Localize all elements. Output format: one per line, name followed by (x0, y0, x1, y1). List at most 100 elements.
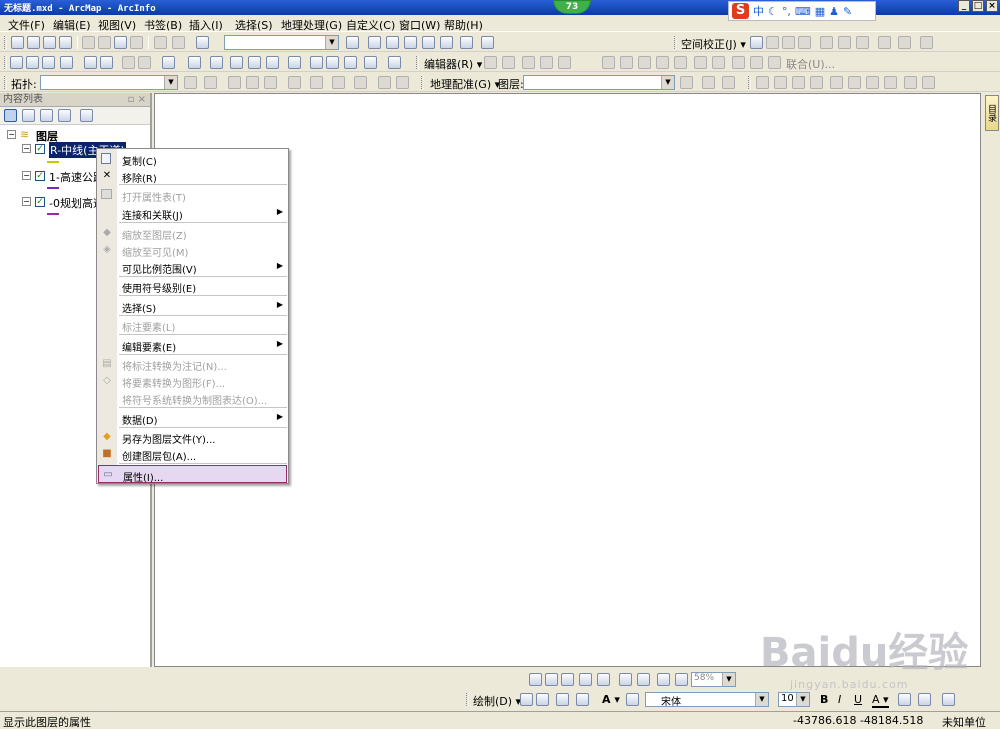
visibility-checkbox[interactable]: ✓ (35, 197, 45, 207)
adjust-tool-icon[interactable] (766, 36, 779, 49)
cut-icon[interactable] (82, 36, 95, 49)
menu-item-open-attribute-table[interactable]: 打开属性表(T) (97, 186, 288, 204)
forward-extent-icon[interactable] (138, 56, 151, 69)
edit-annotation-icon[interactable] (502, 56, 515, 69)
menu-item-zoom-to-layer[interactable]: ◆ 缩放至图层(Z) (97, 224, 288, 242)
text-tool-icon[interactable]: A ▾ (602, 693, 620, 706)
font-combo[interactable]: 宋体 ▼ (645, 692, 769, 708)
font-size-combo[interactable]: 10 ▼ (778, 692, 810, 707)
layer-symbol-line[interactable] (47, 187, 59, 189)
editor-menu[interactable]: 编辑器(R) ▾ (424, 56, 482, 72)
menu-item-symbol-levels[interactable]: 使用符号级别(E) (97, 277, 288, 295)
georeferencing-menu[interactable]: 地理配准(G) ▾ (430, 76, 500, 92)
snap-midpoint-icon[interactable] (792, 76, 805, 89)
validate-icon[interactable] (332, 76, 345, 89)
redo-icon[interactable] (172, 36, 185, 49)
wrench-icon[interactable]: ✎ (843, 5, 852, 18)
toolbar-grip[interactable] (421, 76, 424, 89)
layout-zoom-in-icon[interactable] (529, 673, 542, 686)
menu-item-convert-symbology[interactable]: 将符号系统转换为制图表达(O)... (97, 389, 288, 407)
punctuation-icon[interactable]: °, (782, 5, 791, 18)
chevron-down-icon[interactable]: ▼ (722, 673, 735, 686)
menu-select[interactable]: 选择(S) (235, 17, 273, 33)
add-control-points-icon[interactable] (702, 76, 715, 89)
zoom-whole-page-icon[interactable] (579, 673, 592, 686)
font-color-icon[interactable]: A ▾ (872, 693, 889, 708)
add-data-icon[interactable] (196, 36, 209, 49)
snap-tangent-icon[interactable] (848, 76, 861, 89)
attributes-icon[interactable] (694, 56, 707, 69)
straight-segment-icon[interactable] (522, 56, 535, 69)
menu-bookmarks[interactable]: 书签(B) (144, 17, 182, 33)
edit-window-icon[interactable] (750, 56, 763, 69)
edit-vertices-draw-icon[interactable] (626, 693, 639, 706)
drawing-menu[interactable]: 绘制(D) ▾ (473, 693, 521, 709)
snap-intersection-icon[interactable] (830, 76, 843, 89)
skin-icon[interactable]: ▦ (815, 5, 825, 18)
menu-item-properties[interactable]: ▭ 属性(I)... (98, 465, 287, 484)
planarize-icon[interactable] (310, 76, 323, 89)
collapse-icon[interactable]: − (22, 171, 31, 180)
table-of-contents-icon[interactable] (368, 36, 381, 49)
rotate-georef-icon[interactable] (680, 76, 693, 89)
displacement-icon[interactable] (798, 36, 811, 49)
search-window-icon[interactable] (404, 36, 417, 49)
menu-item-copy[interactable]: 复制(C) (97, 150, 288, 168)
sketch-properties-icon[interactable] (712, 56, 725, 69)
menu-geoprocessing[interactable]: 地理处理(G) (281, 17, 342, 33)
editor-toolbar-icon[interactable] (346, 36, 359, 49)
menu-view[interactable]: 视图(V) (98, 17, 136, 33)
fixed-zoom-in-icon[interactable] (84, 56, 97, 69)
snap-options-icon[interactable] (884, 76, 897, 89)
new-document-icon[interactable] (11, 36, 24, 49)
delete-icon[interactable] (130, 36, 143, 49)
spatial-adjust-menu[interactable]: 空间校正(J) ▾ (681, 36, 746, 52)
snap-grid-icon[interactable] (922, 76, 935, 89)
menu-item-convert-labels[interactable]: ▤ 将标注转换为注记(N)... (97, 355, 288, 373)
generalize-icon[interactable] (246, 76, 259, 89)
maximize-button[interactable]: □ (972, 0, 984, 12)
end-point-arc-icon[interactable] (540, 56, 553, 69)
line-color-icon[interactable] (918, 693, 931, 706)
map-scale-combo[interactable]: ▼ (224, 35, 339, 50)
menu-item-joins-relates[interactable]: 连接和关联(J) ▶ (97, 204, 288, 222)
menu-item-data[interactable]: 数据(D) ▶ (97, 409, 288, 427)
menu-help[interactable]: 帮助(H) (444, 17, 483, 33)
toc-options-icon[interactable] (80, 109, 93, 122)
select-arrow-icon[interactable] (750, 36, 763, 49)
menu-item-save-layer-file[interactable]: ◆ 另存为图层文件(Y)... (97, 428, 288, 446)
snap-sketch-icon[interactable] (904, 76, 917, 89)
menu-item-create-layer-package[interactable]: ■ 创建图层包(A)... (97, 445, 288, 463)
focus-data-frame-icon[interactable] (675, 673, 688, 686)
fixed-zoom-in-layout-icon[interactable] (619, 673, 632, 686)
chevron-down-icon[interactable]: ▼ (325, 36, 338, 49)
fixed-zoom-out-icon[interactable] (100, 56, 113, 69)
chevron-down-icon[interactable]: ▼ (755, 693, 768, 706)
error-inspector-icon[interactable] (378, 76, 391, 89)
toolbar-grip[interactable] (4, 76, 7, 89)
create-features-icon[interactable] (732, 56, 745, 69)
list-by-source-icon[interactable] (22, 109, 35, 122)
arctoolbox-icon[interactable] (422, 36, 435, 49)
toolbar-grip[interactable] (466, 693, 469, 706)
menu-item-zoom-to-visible[interactable]: ◈ 缩放至可见(M) (97, 241, 288, 259)
collapse-icon[interactable]: − (22, 197, 31, 206)
menu-item-visible-scale-range[interactable]: 可见比例范围(V) ▶ (97, 258, 288, 276)
moon-icon[interactable]: ☾ (768, 5, 778, 18)
snap-point-icon[interactable] (866, 76, 879, 89)
select-elements-icon[interactable] (210, 56, 223, 69)
advanced-edit-icon[interactable] (768, 56, 781, 69)
menu-insert[interactable]: 插入(I) (189, 17, 223, 33)
georef-layer-combo[interactable]: ▼ (523, 75, 675, 90)
python-window-icon[interactable] (440, 36, 453, 49)
view-link-table-icon[interactable] (722, 76, 735, 89)
print-icon[interactable] (59, 36, 72, 49)
minimize-button[interactable]: _ (958, 0, 970, 12)
snap-end-icon[interactable] (756, 76, 769, 89)
fill-color-icon[interactable] (898, 693, 911, 706)
notification-badge[interactable]: 73 (553, 0, 591, 14)
copy-icon[interactable] (98, 36, 111, 49)
close-button[interactable]: × (986, 0, 998, 12)
underline-icon[interactable]: U (854, 693, 862, 706)
menu-item-remove[interactable]: ✕ 移除(R) (97, 167, 288, 185)
